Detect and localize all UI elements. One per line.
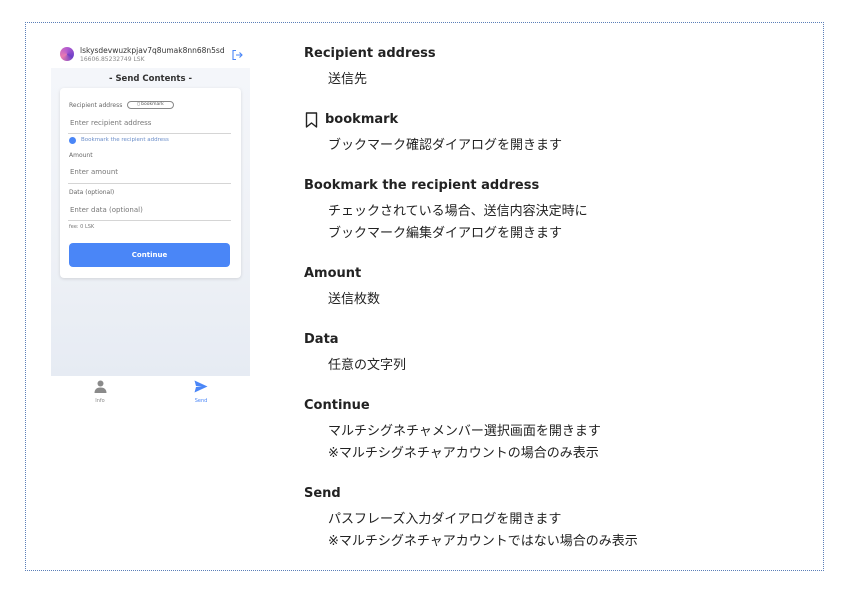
page-title: - Send Contents -: [108, 74, 193, 84]
bottom-nav: Info Send: [51, 376, 250, 408]
account-balance: 16606.85232749 LSK: [80, 56, 145, 63]
bookmark-button-label: bookmark: [141, 102, 164, 107]
send-form-card: Recipient address ▯ bookmark Enter recip…: [60, 88, 241, 278]
divider: [68, 183, 231, 184]
amount-label: Amount: [69, 152, 93, 159]
bookmark-button[interactable]: ▯ bookmark: [127, 101, 174, 109]
continue-button[interactable]: Continue: [69, 243, 230, 267]
data-label: Data (optional): [69, 189, 115, 196]
send-screen: - Send Contents - Recipient address ▯ bo…: [51, 68, 250, 376]
term-recipient-address: Recipient address: [304, 46, 436, 61]
avatar: [60, 47, 74, 61]
term-bookmark: bookmark: [325, 112, 399, 127]
recipient-label: Recipient address: [69, 102, 123, 109]
def-send-line1: パスフレーズ入力ダイアログを開きます: [328, 512, 562, 527]
account-header: lskysdevwuzkpjav7q8umak8nn68n5sd6… 16606…: [51, 38, 250, 68]
data-input[interactable]: Enter data (optional): [70, 206, 143, 214]
term-bookmark-recipient: Bookmark the recipient address: [304, 178, 540, 193]
send-icon: [194, 380, 208, 393]
nav-send-label: Send: [194, 398, 208, 404]
recipient-input[interactable]: Enter recipient address: [70, 119, 151, 127]
bookmark-checkbox[interactable]: [69, 137, 76, 144]
bookmark-checkbox-label: Bookmark the recipient address: [81, 137, 169, 143]
phone-screenshot: lskysdevwuzkpjav7q8umak8nn68n5sd6… 16606…: [51, 38, 250, 408]
def-send-line2: ※マルチシグネチャアカウントではない場合のみ表示: [328, 534, 638, 549]
nav-send[interactable]: Send: [181, 378, 221, 404]
nav-info[interactable]: Info: [80, 378, 120, 404]
term-data: Data: [304, 332, 339, 347]
divider: [68, 133, 231, 134]
bookmark-icon: [305, 112, 318, 128]
term-amount: Amount: [304, 266, 362, 281]
logout-icon[interactable]: [231, 49, 243, 61]
def-continue-line1: マルチシグネチャメンバー選択画面を開きます: [328, 424, 601, 439]
amount-input[interactable]: Enter amount: [70, 168, 118, 176]
person-icon: [94, 380, 106, 393]
def-recipient-address: 送信先: [328, 72, 368, 87]
def-amount: 送信枚数: [328, 292, 381, 307]
def-bookmark-recipient-line1: チェックされている場合、送信内容決定時に: [328, 204, 588, 219]
def-continue-line2: ※マルチシグネチャアカウントの場合のみ表示: [328, 446, 599, 461]
divider: [68, 220, 231, 221]
def-data: 任意の文字列: [328, 358, 407, 373]
nav-info-label: Info: [95, 398, 105, 404]
def-bookmark-recipient-line2: ブックマーク編集ダイアログを開きます: [328, 226, 563, 241]
def-bookmark: ブックマーク確認ダイアログを開きます: [328, 138, 563, 153]
term-send: Send: [304, 486, 341, 501]
account-address: lskysdevwuzkpjav7q8umak8nn68n5sd6…: [80, 46, 225, 55]
term-continue: Continue: [304, 398, 370, 413]
fee-text: fee: 0 LSK: [69, 224, 95, 230]
